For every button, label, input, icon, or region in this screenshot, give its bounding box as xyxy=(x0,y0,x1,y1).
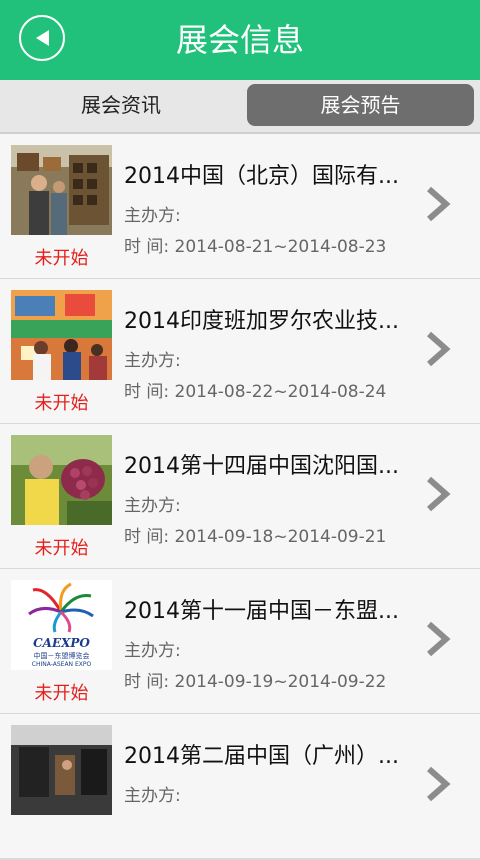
logo-en-text: CHINA-ASEAN EXPO xyxy=(31,661,92,668)
chevron-right-icon xyxy=(427,476,451,512)
status-label: 未开始 xyxy=(34,538,89,559)
status-label: 未开始 xyxy=(34,683,89,704)
chevron-right-icon xyxy=(427,766,451,802)
organizer-label: 主办方: xyxy=(124,351,181,371)
exhibition-thumbnail: CAEXPO 中国－东盟博览会 CHINA-ASEAN EXPO xyxy=(11,580,112,670)
exhibition-name: 2014印度班加罗尔农业技... xyxy=(124,309,399,334)
organizer-label: 主办方: xyxy=(124,641,181,661)
status-label: 未开始 xyxy=(34,248,89,269)
tab-exhibition-preview[interactable]: 展会预告 xyxy=(247,84,474,126)
list-item[interactable]: CAEXPO 中国－东盟博览会 CHINA-ASEAN EXPO 未开始 201… xyxy=(0,569,480,715)
list-item[interactable]: 2014第二届中国（广州）... 主办方: xyxy=(0,714,480,860)
status-label: 未开始 xyxy=(34,393,89,414)
exhibition-thumbnail xyxy=(11,145,112,235)
exhibition-name: 2014第十一届中国－东盟... xyxy=(124,599,399,624)
exhibition-thumbnail xyxy=(11,725,112,815)
list-item[interactable]: 未开始 2014第十四届中国沈阳国... 主办方: 时 间: 2014-09-1… xyxy=(0,424,480,570)
logo-main-text: CAEXPO xyxy=(33,636,90,650)
chevron-right-icon xyxy=(427,621,451,657)
exhibition-name: 2014第二届中国（广州）... xyxy=(124,744,399,769)
tab-exhibition-news[interactable]: 展会资讯 xyxy=(2,84,240,126)
time-label: 时 间: 2014-08-22~2014-08-24 xyxy=(124,382,387,402)
exhibition-thumbnail xyxy=(11,435,112,525)
organizer-label: 主办方: xyxy=(124,206,181,226)
chevron-right-icon xyxy=(427,331,451,367)
exhibition-name: 2014中国（北京）国际有... xyxy=(124,164,399,189)
time-label: 时 间: 2014-09-19~2014-09-22 xyxy=(124,672,387,692)
organizer-label: 主办方: xyxy=(124,786,181,806)
list-item[interactable]: 未开始 2014中国（北京）国际有... 主办方: 时 间: 2014-08-2… xyxy=(0,134,480,280)
chevron-right-icon xyxy=(427,186,451,222)
header-bar: 展会信息 xyxy=(0,0,480,80)
time-label: 时 间: 2014-08-21~2014-08-23 xyxy=(124,237,387,257)
logo-cn-text: 中国－东盟博览会 xyxy=(33,652,90,660)
exhibition-name: 2014第十四届中国沈阳国... xyxy=(124,454,399,479)
page-title: 展会信息 xyxy=(175,21,304,59)
time-label: 时 间: 2014-09-18~2014-09-21 xyxy=(124,527,387,547)
tab-bar: 展会资讯 展会预告 xyxy=(0,80,480,134)
organizer-label: 主办方: xyxy=(124,496,181,516)
list-item[interactable]: 未开始 2014印度班加罗尔农业技... 主办方: 时 间: 2014-08-2… xyxy=(0,279,480,425)
exhibition-thumbnail xyxy=(11,290,112,380)
